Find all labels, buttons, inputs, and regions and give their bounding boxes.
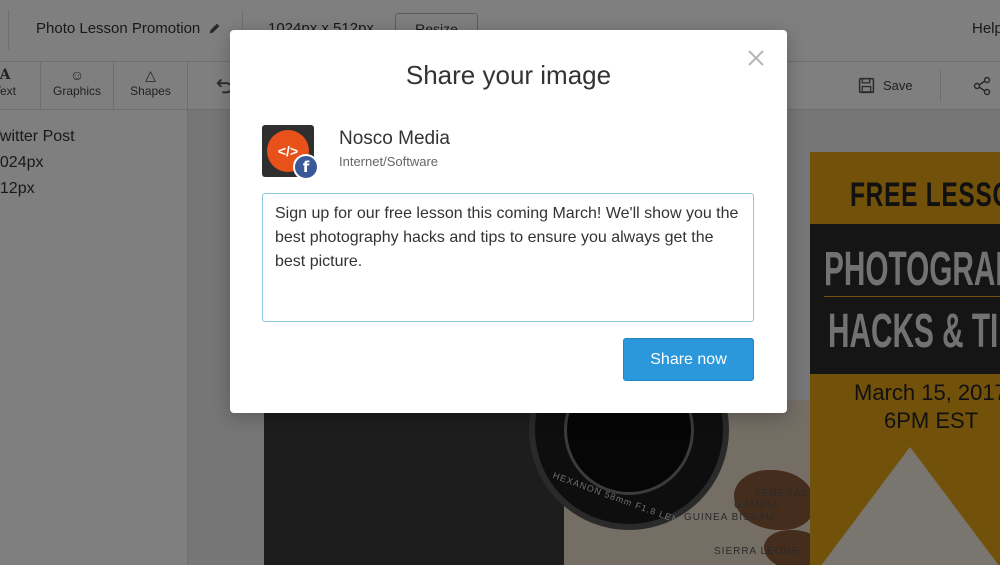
facebook-icon: f bbox=[293, 154, 319, 180]
close-icon bbox=[748, 50, 764, 66]
share-message-input[interactable]: Sign up for our free lesson this coming … bbox=[262, 193, 754, 322]
account-name: Nosco Media bbox=[339, 128, 450, 149]
account-category: Internet/Software bbox=[339, 154, 438, 169]
share-now-button[interactable]: Share now bbox=[623, 338, 754, 381]
close-button[interactable] bbox=[746, 48, 766, 68]
share-dialog: Share your image </> f Nosco Media Inter… bbox=[230, 30, 787, 413]
dialog-title: Share your image bbox=[405, 60, 612, 90]
